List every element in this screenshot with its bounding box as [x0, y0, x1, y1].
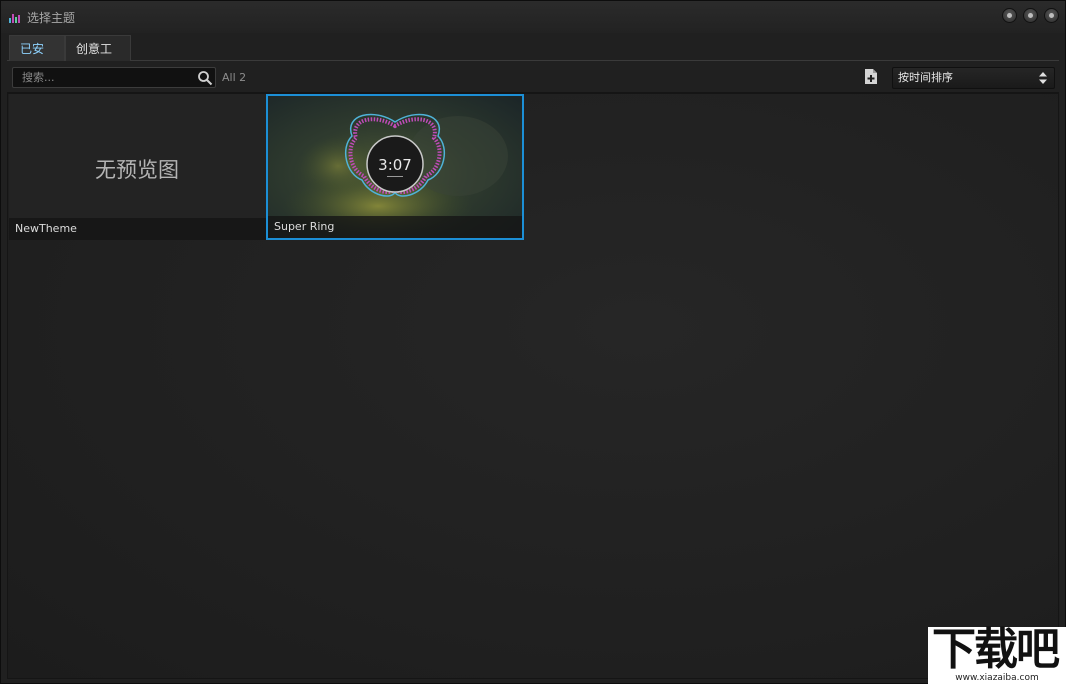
clock-text: 3:07	[378, 156, 412, 174]
tab-workshop[interactable]: 创意工坊	[65, 35, 131, 82]
theme-card-super-ring[interactable]: 3:07 Super Ring	[266, 94, 524, 240]
updown-arrows-icon	[1039, 72, 1047, 84]
no-preview-text: 无预览图	[95, 158, 179, 182]
search-input[interactable]	[13, 68, 193, 87]
theme-window: 选择主题 已安装 创意工坊 All 2 按时间排序	[0, 0, 1066, 684]
watermark-title: 下载吧	[932, 624, 1060, 675]
app-logo-icon	[9, 11, 21, 23]
search-icon[interactable]	[197, 70, 213, 86]
minimize-button[interactable]	[1002, 8, 1017, 23]
title-bar[interactable]: 选择主题	[1, 1, 1065, 33]
tab-installed[interactable]: 已安装	[9, 35, 65, 82]
theme-grid: 无预览图 NewTheme 3:07 Super Ring	[7, 93, 1059, 679]
theme-card-newtheme[interactable]: 无预览图 NewTheme	[9, 94, 267, 240]
watermark-logo: 下载吧 www.xiazaiba.com	[928, 627, 1066, 684]
sort-select[interactable]: 按时间排序	[892, 67, 1055, 89]
theme-name: NewTheme	[9, 218, 267, 240]
add-file-icon[interactable]	[864, 68, 878, 85]
theme-name: Super Ring	[268, 216, 522, 238]
toolbar: All 2 按时间排序	[7, 62, 1059, 93]
search-box	[12, 67, 216, 88]
maximize-button[interactable]	[1023, 8, 1038, 23]
window-title: 选择主题	[27, 11, 76, 25]
theme-count: All 2	[222, 71, 247, 84]
sort-select-value: 按时间排序	[898, 71, 953, 84]
close-button[interactable]	[1044, 8, 1059, 23]
watermark-url: www.xiazaiba.com	[955, 673, 1039, 683]
tab-bar: 已安装 创意工坊	[7, 33, 1059, 82]
